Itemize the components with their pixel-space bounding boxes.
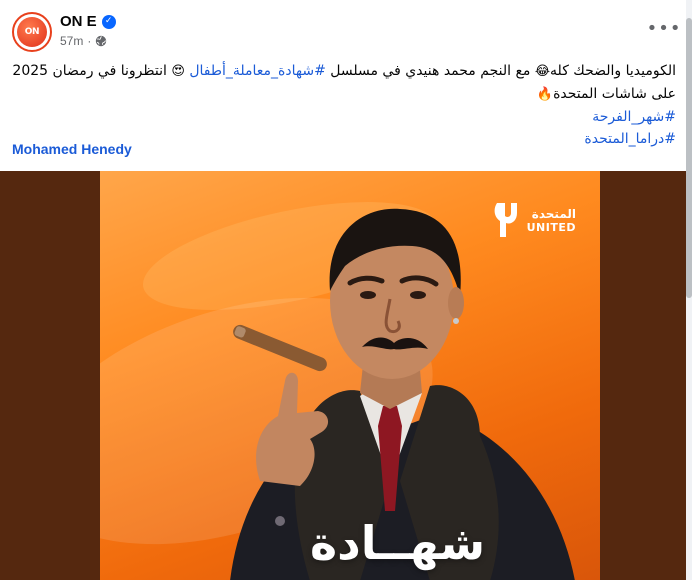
hashtag-link-month[interactable]: #شهر_الفرحة [12, 106, 676, 128]
heart-eyes-emoji: 😍 [171, 64, 185, 79]
series-poster-image[interactable]: المتحدة UNITED شهــادة [100, 171, 600, 580]
mention-link[interactable]: Mohamed Henedy [12, 141, 132, 157]
hashtag-link-series[interactable]: #شهادة_معاملة_أطفال [189, 63, 325, 79]
caption-text: الكوميديا والضحك كله [550, 63, 676, 79]
page-name-link[interactable]: ON E [60, 13, 97, 30]
name-row: ON E ✓ [60, 13, 116, 30]
laughing-emoji: 😂 [534, 64, 551, 79]
caption-text: مع النجم محمد هنيدي في مسلسل [325, 63, 535, 79]
meta-separator: · [87, 34, 92, 48]
post-media[interactable]: المتحدة UNITED شهــادة [0, 171, 686, 580]
facebook-post: ON ON E ✓ 57m · ••• الكوميديا والضحك كله… [0, 0, 692, 580]
more-options-icon[interactable]: ••• [647, 16, 681, 40]
page-avatar[interactable]: ON [12, 12, 52, 52]
series-title-text: شهــادة [310, 516, 486, 570]
verified-badge-icon: ✓ [101, 14, 116, 29]
post-timestamp[interactable]: 57m [60, 34, 83, 48]
post-caption: الكوميديا والضحك كله😂 مع النجم محمد هنيد… [12, 60, 676, 150]
post-header: ON ON E ✓ 57m · ••• [12, 12, 680, 52]
scrollbar-thumb[interactable] [686, 18, 692, 298]
globe-icon[interactable] [95, 35, 107, 47]
avatar-logo: ON [17, 17, 47, 47]
scrollbar[interactable] [686, 0, 692, 580]
post-meta: 57m · [60, 34, 107, 48]
fire-emoji: 🔥 [536, 87, 554, 102]
